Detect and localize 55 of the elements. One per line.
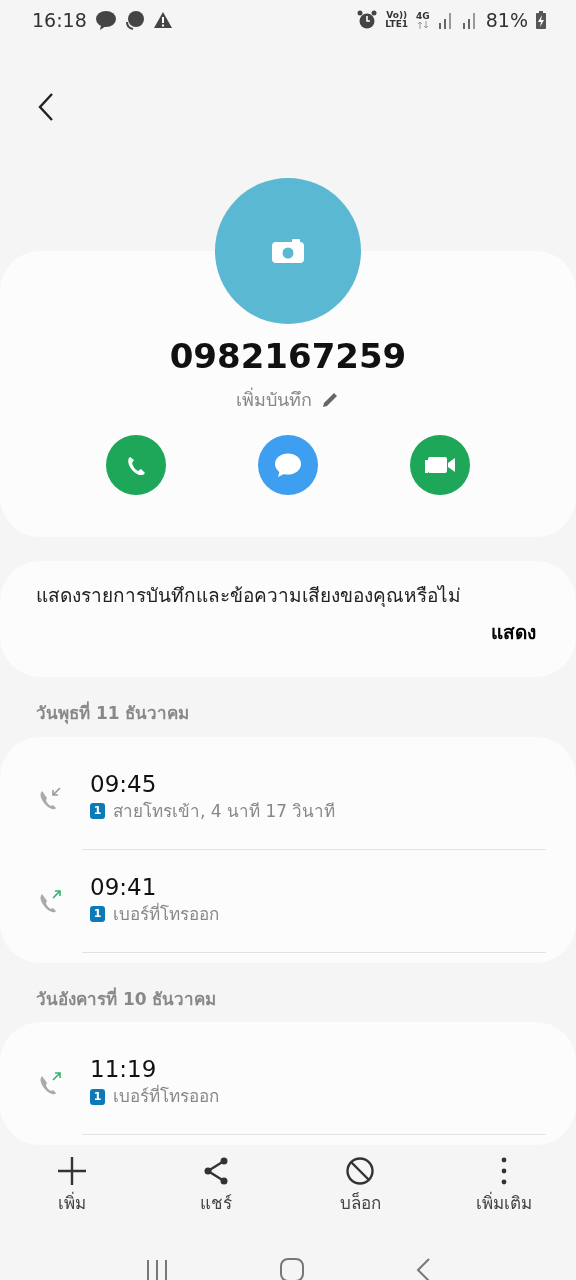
video-camera-icon xyxy=(425,457,455,473)
show-button[interactable]: แสดง xyxy=(491,617,536,646)
add-note-link[interactable]: เพิ่มบันทึก xyxy=(236,386,312,413)
call-detail: เบอร์ที่โทรออก xyxy=(113,901,219,926)
video-call-button[interactable] xyxy=(410,435,470,495)
volte-label: Vo)) xyxy=(386,11,408,20)
back-icon[interactable] xyxy=(36,92,56,122)
sim-badge: 1 xyxy=(90,1088,105,1105)
date-header: วันอังคารที่ 10 ธันวาคม xyxy=(35,986,218,1011)
add-icon xyxy=(56,1155,88,1187)
call-entry[interactable]: 09:45 1 สายโทรเข้า, 4 นาที 17 วินาที xyxy=(0,754,576,841)
call-button[interactable] xyxy=(106,435,166,495)
warning-icon xyxy=(152,11,173,29)
signal-icon xyxy=(437,11,454,29)
block-icon xyxy=(344,1155,376,1187)
camera-icon[interactable] xyxy=(272,239,304,263)
network-label: 4G xyxy=(416,11,430,21)
call-time: 11:19 xyxy=(90,1056,158,1084)
block-button[interactable]: บล็อก xyxy=(305,1155,415,1217)
battery-icon xyxy=(536,11,546,29)
incoming-call-icon xyxy=(38,785,62,810)
more-icon xyxy=(501,1157,507,1185)
call-entry[interactable]: 09:41 1 เบอร์ที่โทรออก xyxy=(0,857,576,944)
chat-bubble-icon xyxy=(94,10,117,30)
phone-number: 0982167259 xyxy=(168,335,408,378)
phone-icon xyxy=(126,455,146,475)
recent-apps-icon[interactable] xyxy=(145,1257,169,1280)
outgoing-call-icon xyxy=(38,888,62,913)
battery-percent: 81% xyxy=(485,7,528,33)
recordings-prompt: แสดงรายการบันทึกและข้อความเสียงของคุณหรือไม่ xyxy=(36,583,462,609)
add-button[interactable]: เพิ่ม xyxy=(17,1155,127,1217)
sim-badge: 1 xyxy=(90,906,105,923)
button-label: เพิ่ม xyxy=(58,1191,86,1215)
more-button[interactable]: เพิ่มเติม xyxy=(449,1155,559,1217)
call-time: 09:45 xyxy=(90,770,158,799)
status-time: 16:18 xyxy=(32,7,87,33)
sim-badge: 1 xyxy=(90,803,105,820)
lte-label: LTE1 xyxy=(385,20,409,29)
outgoing-call-icon xyxy=(38,1071,62,1095)
data-arrows-icon xyxy=(416,20,429,29)
call-detail: สายโทรเข้า, 4 นาที 17 วินาที xyxy=(113,799,336,823)
alarm-icon xyxy=(357,10,378,30)
speech-bubble-icon xyxy=(275,453,301,477)
call-detail: เบอร์ที่โทรออก xyxy=(113,1084,219,1109)
message-button[interactable] xyxy=(258,435,318,495)
home-icon[interactable] xyxy=(279,1256,305,1280)
date-header: วันพุธที่ 11 ธันวาคม xyxy=(35,701,191,726)
signal-icon xyxy=(461,11,478,29)
share-button[interactable]: แชร์ xyxy=(161,1155,271,1217)
button-label: บล็อก xyxy=(339,1191,381,1215)
chat-bubble-icon xyxy=(124,10,145,30)
button-label: แชร์ xyxy=(200,1192,232,1215)
button-label: เพิ่มเติม xyxy=(476,1191,532,1215)
call-time: 09:41 xyxy=(90,873,158,902)
call-entry[interactable]: 11:19 1 เบอร์ที่โทรออก xyxy=(0,1040,576,1126)
